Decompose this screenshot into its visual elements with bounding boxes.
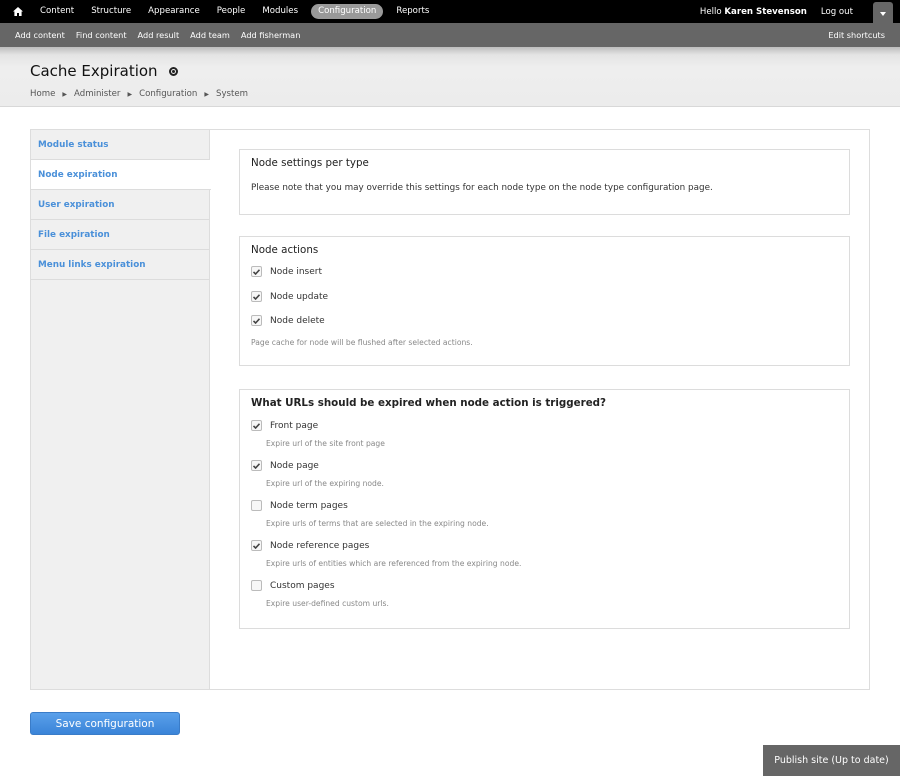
node-update-label: Node update bbox=[270, 291, 329, 302]
node-settings-description: Please note that you may override this s… bbox=[251, 183, 713, 193]
breadcrumb-home[interactable]: Home bbox=[30, 89, 55, 99]
shortcut-add-team[interactable]: Add team bbox=[190, 30, 230, 40]
custom-pages-checkbox[interactable] bbox=[251, 580, 262, 591]
node-update-checkbox[interactable] bbox=[251, 291, 262, 302]
user-name-link[interactable]: Karen Stevenson bbox=[724, 7, 806, 17]
node-page-option[interactable]: Node page bbox=[251, 460, 319, 471]
node-reference-pages-option[interactable]: Node reference pages bbox=[251, 540, 369, 551]
vtab-file-expiration[interactable]: File expiration bbox=[31, 220, 209, 250]
node-reference-pages-checkbox[interactable] bbox=[251, 540, 262, 551]
vtab-user-expiration[interactable]: User expiration bbox=[31, 190, 209, 220]
toolbar-menu-modules[interactable]: Modules bbox=[258, 4, 302, 19]
custom-pages-label: Custom pages bbox=[270, 580, 335, 591]
node-delete-checkbox[interactable] bbox=[251, 315, 262, 326]
publish-site-button[interactable]: Publish site (Up to date) bbox=[763, 745, 900, 776]
toolbar-menu-appearance[interactable]: Appearance bbox=[144, 4, 204, 19]
breadcrumb-system[interactable]: System bbox=[216, 89, 248, 99]
node-insert-label: Node insert bbox=[270, 266, 323, 277]
node-insert-checkbox[interactable] bbox=[251, 266, 262, 277]
node-update-option[interactable]: Node update bbox=[251, 291, 328, 302]
user-greeting: Hello Karen Stevenson bbox=[700, 7, 807, 17]
vertical-tabs-list: Module status Node expiration User expir… bbox=[31, 130, 211, 689]
node-reference-pages-label: Node reference pages bbox=[270, 540, 370, 551]
page-title: Cache Expiration bbox=[30, 62, 158, 80]
toolbar-menu-structure[interactable]: Structure bbox=[87, 4, 135, 19]
node-delete-label: Node delete bbox=[270, 315, 325, 326]
save-configuration-button[interactable]: Save configuration bbox=[30, 712, 180, 735]
front-page-option[interactable]: Front page bbox=[251, 420, 318, 431]
node-page-description: Expire url of the expiring node. bbox=[266, 479, 384, 488]
toolbar-menu-content[interactable]: Content bbox=[36, 4, 78, 19]
front-page-description: Expire url of the site front page bbox=[266, 439, 385, 448]
checkmark-icon bbox=[253, 422, 260, 429]
breadcrumb-arrow-icon: ▶ bbox=[127, 90, 133, 98]
page-title-wrap: Cache Expiration bbox=[30, 62, 178, 80]
vtab-menu-links-expiration[interactable]: Menu links expiration bbox=[31, 250, 209, 280]
home-icon bbox=[13, 7, 23, 16]
node-term-pages-option[interactable]: Node term pages bbox=[251, 500, 348, 511]
node-page-label: Node page bbox=[270, 460, 319, 471]
expire-urls-legend: What URLs should be expired when node ac… bbox=[251, 397, 607, 409]
node-actions-fieldset: Node actions Node insert Node update Nod… bbox=[239, 236, 850, 366]
node-settings-legend: Node settings per type bbox=[251, 157, 369, 169]
add-shortcut-icon[interactable] bbox=[168, 66, 178, 76]
home-link[interactable] bbox=[0, 0, 36, 23]
shortcuts-bar: Add content Find content Add result Add … bbox=[0, 23, 900, 47]
node-term-pages-checkbox[interactable] bbox=[251, 500, 262, 511]
node-actions-legend: Node actions bbox=[251, 244, 319, 256]
node-reference-pages-description: Expire urls of entities which are refere… bbox=[266, 559, 522, 568]
node-actions-description: Page cache for node will be flushed afte… bbox=[251, 338, 473, 347]
shortcut-add-result[interactable]: Add result bbox=[138, 30, 180, 40]
checkmark-icon bbox=[253, 542, 260, 549]
shortcuts-toggle-button[interactable] bbox=[873, 2, 893, 25]
node-delete-option[interactable]: Node delete bbox=[251, 315, 325, 326]
shortcut-add-fisherman[interactable]: Add fisherman bbox=[241, 30, 301, 40]
greeting-prefix: Hello bbox=[699, 6, 725, 17]
checkmark-icon bbox=[253, 317, 260, 324]
vertical-tab-pane: Node settings per type Please note that … bbox=[210, 130, 870, 689]
toolbar-menu-people[interactable]: People bbox=[213, 4, 250, 19]
custom-pages-description: Expire user-defined custom urls. bbox=[266, 599, 389, 608]
breadcrumb-arrow-icon: ▶ bbox=[204, 90, 209, 98]
toolbar-menu: Content Structure Appearance People Modu… bbox=[36, 0, 442, 23]
admin-toolbar: Content Structure Appearance People Modu… bbox=[0, 0, 900, 25]
node-settings-fieldset: Node settings per type Please note that … bbox=[239, 149, 850, 215]
node-term-pages-label: Node term pages bbox=[270, 500, 348, 511]
front-page-label: Front page bbox=[270, 420, 319, 431]
vtab-module-status[interactable]: Module status bbox=[31, 130, 209, 160]
toolbar-menu-configuration[interactable]: Configuration bbox=[311, 4, 384, 19]
caret-down-icon bbox=[880, 11, 886, 16]
breadcrumb-configuration[interactable]: Configuration bbox=[139, 89, 197, 99]
node-page-checkbox[interactable] bbox=[251, 460, 262, 471]
checkmark-icon bbox=[253, 268, 260, 275]
checkmark-icon bbox=[253, 462, 260, 469]
page-header: Cache Expiration Home ▶ Administer ▶ Con… bbox=[0, 47, 900, 107]
shortcut-find-content[interactable]: Find content bbox=[76, 30, 127, 40]
shortcut-add-content[interactable]: Add content bbox=[15, 30, 65, 40]
edit-shortcuts-link[interactable]: Edit shortcuts bbox=[828, 30, 885, 40]
node-term-pages-description: Expire urls of terms that are selected i… bbox=[266, 519, 489, 528]
expire-urls-fieldset: What URLs should be expired when node ac… bbox=[239, 389, 850, 629]
breadcrumb-administer[interactable]: Administer bbox=[74, 89, 120, 99]
logout-link[interactable]: Log out bbox=[821, 7, 853, 17]
custom-pages-option[interactable]: Custom pages bbox=[251, 580, 335, 591]
node-insert-option[interactable]: Node insert bbox=[251, 266, 322, 277]
vtab-node-expiration[interactable]: Node expiration bbox=[31, 160, 211, 190]
checkmark-icon bbox=[253, 293, 260, 300]
breadcrumb: Home ▶ Administer ▶ Configuration ▶ Syst… bbox=[30, 89, 248, 99]
breadcrumb-arrow-icon: ▶ bbox=[62, 90, 68, 98]
front-page-checkbox[interactable] bbox=[251, 420, 262, 431]
toolbar-menu-reports[interactable]: Reports bbox=[392, 4, 433, 19]
vertical-tabs: Module status Node expiration User expir… bbox=[30, 129, 870, 690]
